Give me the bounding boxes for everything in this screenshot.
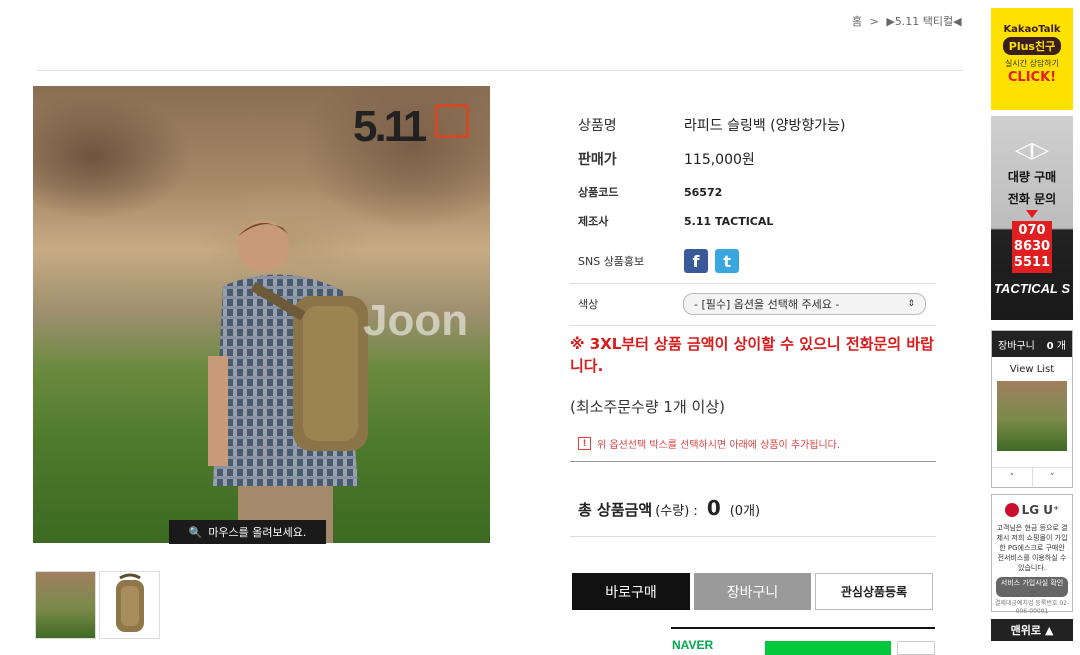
bulk-phone-part: 8630	[1013, 239, 1051, 254]
total-qty-label: (수량) :	[655, 504, 698, 519]
bulk-phone-part: 5511	[1013, 255, 1051, 270]
product-code-label: 상품코드	[578, 186, 619, 199]
option-notice: ! 위 옵션선택 박스를 선택하시면 아래에 상품이 추가됩니다.	[578, 436, 840, 451]
kakao-click: CLICK!	[1007, 70, 1057, 85]
quick-cart-count: 0 개	[1046, 340, 1066, 352]
scroll-up-button[interactable]: ˄	[992, 468, 1033, 487]
quick-cart: 장바구니 0 개 View List ˄ ˅	[991, 330, 1073, 488]
total-price-label: 총 상품금액	[578, 501, 653, 519]
escrow-registration: 결제대금예치업 등록번호 02-006-00001	[994, 600, 1070, 615]
recent-item-thumbnail[interactable]	[997, 381, 1067, 451]
bulk-phone-part: 070	[1018, 223, 1046, 238]
quick-cart-nav: ˄ ˅	[992, 467, 1072, 487]
color-label: 색상	[578, 298, 599, 311]
scroll-down-button[interactable]: ˅	[1033, 468, 1073, 487]
breadcrumb-separator: >	[869, 15, 879, 28]
bulk-logo-icon: ◁▷	[1015, 138, 1049, 163]
option-notice-text: 위 옵션선택 박스를 선택하시면 아래에 상품이 추가됩니다.	[597, 440, 841, 451]
divider	[671, 627, 935, 629]
bulk-line1: 대량 구매	[1007, 170, 1057, 184]
thumbnail-person[interactable]	[35, 571, 96, 639]
price-row: 판매가 115,000원	[570, 148, 936, 170]
manufacturer-row: 제조사 5.11 TACTICAL	[570, 212, 936, 230]
kakao-plus-badge: Plus친구	[1002, 37, 1062, 55]
product-main-image[interactable]: 5.11 Joon	[33, 86, 490, 543]
breadcrumb-home[interactable]: 홈	[852, 15, 862, 28]
thumbnail-backpack[interactable]	[99, 571, 160, 639]
divider	[570, 283, 936, 284]
lg-logo-icon	[1004, 503, 1019, 517]
exclamation-icon: !	[578, 437, 591, 450]
product-name-row: 상품명 라피드 슬링백 (양방향가능)	[570, 114, 936, 136]
divider	[37, 70, 963, 71]
lg-uplus-escrow-banner[interactable]: LG U⁺ 고객님은 현금 등으로 결제시 저희 쇼핑몰이 가입한 PG에스크로…	[991, 494, 1073, 615]
facebook-icon[interactable]: f	[684, 249, 708, 273]
divider	[570, 461, 936, 462]
lg-uplus-logo: LG U⁺	[992, 503, 1072, 517]
color-option-value: - [필수] 옵션을 선택해 주세요 -	[694, 298, 840, 311]
product-name-value: 라피드 슬링백 (양방향가능)	[684, 118, 846, 134]
sns-row: SNS 상품홍보 f t	[570, 248, 936, 274]
add-to-wishlist-button[interactable]: 관심상품등록	[815, 573, 933, 610]
select-arrows-icon: ⇕	[907, 299, 915, 309]
product-name-label: 상품명	[578, 118, 617, 134]
product-code-row: 상품코드 56572	[570, 183, 936, 201]
watermark: Joon	[363, 296, 469, 345]
twitter-icon[interactable]: t	[715, 249, 740, 273]
escrow-text: 고객님은 현금 등으로 결제시 저희 쇼핑몰이 가입한 PG에스크로 구매안전서…	[996, 524, 1068, 572]
kakao-subtitle: 실시간 상담하기	[1004, 59, 1060, 68]
zoom-tip: 🔍 마우스를 올려보세요.	[169, 520, 326, 544]
breadcrumb: 홈 > ▶5.11 택티컬◀	[852, 13, 966, 29]
to-top-label: 맨위로	[1010, 624, 1041, 637]
breadcrumb-current[interactable]: ▶5.11 택티컬◀	[886, 15, 961, 28]
magnifier-icon: 🔍	[188, 525, 203, 539]
bulk-phone: 070 8630 5511	[1012, 221, 1052, 273]
min-order-quantity: (최소주문수량 1개 이상)	[570, 398, 725, 416]
person-with-backpack-figure	[208, 220, 368, 543]
manufacturer-value: 5.11 TACTICAL	[684, 214, 774, 228]
total-price: 총 상품금액 (수량) : 0 (0개)	[578, 496, 760, 520]
backpack-image	[116, 573, 144, 632]
total-price-value: 0	[706, 496, 721, 520]
total-count: (0개)	[729, 504, 761, 519]
price-value: 115,000원	[684, 152, 755, 168]
sns-buttons: f t	[684, 249, 742, 273]
quick-cart-title: 장바구니	[998, 340, 1035, 352]
bulk-brand: TACTICAL S	[993, 281, 1071, 296]
kakao-plus-friend-banner[interactable]: KakaoTalk Plus친구 실시간 상담하기 CLICK!	[991, 8, 1073, 110]
naver-pay-label: NAVER	[672, 638, 714, 652]
kakao-title: KakaoTalk	[1003, 24, 1061, 35]
manufacturer-label: 제조사	[578, 215, 609, 228]
sns-label: SNS 상품홍보	[578, 255, 645, 268]
divider	[570, 536, 936, 537]
bulk-order-banner[interactable]: ◁▷ 대량 구매 전화 문의 070 8630 5511 TACTICAL S	[991, 116, 1073, 320]
scroll-to-top-button[interactable]: 맨위로 ▲	[991, 619, 1073, 641]
zoom-tip-text: 마우스를 올려보세요.	[208, 526, 307, 539]
arrow-down-icon	[1026, 210, 1038, 218]
brand-logo: 5.11	[353, 102, 427, 151]
quick-cart-header[interactable]: 장바구니 0 개	[992, 331, 1072, 357]
product-code-value: 56572	[684, 185, 723, 199]
add-to-cart-button[interactable]: 장바구니	[694, 573, 811, 610]
buy-now-button[interactable]: 바로구매	[572, 573, 690, 610]
brand-logo-mark	[435, 104, 469, 138]
price-warning: ※ 3XL부터 상품 금액이 상이할 수 있으니 전화문의 바랍니다.	[570, 335, 934, 375]
divider	[570, 325, 936, 326]
chevron-up-icon: ▲	[1044, 623, 1054, 637]
view-list-label: View List	[1009, 364, 1055, 375]
bulk-line2: 전화 문의	[1007, 192, 1057, 206]
price-label: 판매가	[578, 152, 617, 168]
escrow-check-button[interactable]: 서비스 가입사실 확인 ➕	[996, 577, 1068, 597]
color-option-select[interactable]: - [필수] 옵션을 선택해 주세요 - ⇕	[683, 293, 926, 315]
